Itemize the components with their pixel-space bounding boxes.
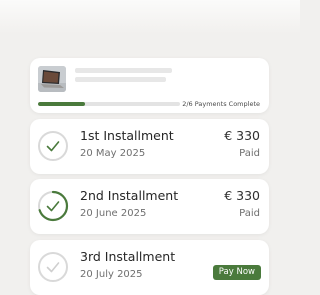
product-thumbnail [38, 66, 66, 92]
check-icon [46, 201, 60, 212]
installment-status-ring [37, 190, 69, 222]
pay-now-button[interactable]: Pay Now [212, 265, 261, 280]
payments-progress-label: 2/6 Payments Complete [182, 100, 260, 108]
check-icon [46, 262, 60, 273]
check-icon [46, 141, 60, 152]
installment-title: 2nd Installment [80, 188, 179, 203]
placeholder-line [75, 68, 172, 73]
installment-date: 20 June 2025 [80, 208, 147, 219]
laptop-icon [38, 66, 66, 92]
top-fade [0, 0, 300, 34]
installment-date: 20 May 2025 [80, 148, 146, 159]
installment-status-ring [37, 130, 69, 162]
installment-status: Paid [239, 148, 260, 159]
installment-amount: € 330 [224, 188, 260, 203]
installment-title: 3rd Installment [80, 249, 176, 264]
payments-progress-fill [38, 102, 86, 106]
installment-amount: € 330 [224, 128, 260, 143]
payment-plan-summary-card: 2/6 Payments Complete [30, 58, 269, 113]
installment-title: 1st Installment [80, 128, 174, 143]
payments-progress-bar [38, 102, 180, 106]
installment-card-1[interactable]: 1st Installment 20 May 2025 € 330 Paid [30, 119, 269, 174]
installment-status-ring [37, 251, 69, 283]
installment-card-2[interactable]: 2nd Installment 20 June 2025 € 330 Paid [30, 179, 269, 234]
installment-card-3[interactable]: 3rd Installment 20 July 2025 Pay Now [30, 240, 269, 295]
installment-status: Paid [239, 208, 260, 219]
placeholder-line [75, 77, 166, 82]
installment-date: 20 July 2025 [80, 269, 143, 280]
